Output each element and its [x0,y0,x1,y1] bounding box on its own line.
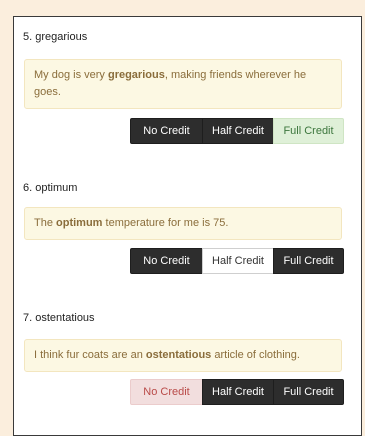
half-credit-button[interactable]: Half Credit [202,248,274,274]
vocab-word: optimum [56,217,103,229]
example-sentence: My dog is very gregarious, making friend… [24,59,342,109]
item-title: 6. optimum [23,182,78,194]
vocab-word: gregarious [107,69,165,81]
half-credit-button[interactable]: Half Credit [202,379,274,405]
full-credit-button[interactable]: Full Credit [273,118,344,144]
item-title: 7. ostentatious [23,312,95,324]
example-sentence: The optimum temperature for me is 75. [24,207,342,240]
example-sentence: I think fur coats are an ostentatious ar… [24,339,342,372]
vocab-word: ostentatious [145,349,212,361]
item-title: 5. gregarious [23,31,88,43]
no-credit-button[interactable]: No Credit [130,248,203,274]
credit-button-group: No Credit Half Credit Full Credit [130,248,344,274]
credit-button-group: No Credit Half Credit Full Credit [130,118,344,144]
grading-panel: 5. gregarious My dog is very gregarious,… [13,16,362,436]
credit-button-group: No Credit Half Credit Full Credit [130,379,344,405]
full-credit-button[interactable]: Full Credit [273,379,344,405]
no-credit-button[interactable]: No Credit [130,118,203,144]
no-credit-button[interactable]: No Credit [130,379,203,405]
full-credit-button[interactable]: Full Credit [273,248,344,274]
half-credit-button[interactable]: Half Credit [202,118,274,144]
